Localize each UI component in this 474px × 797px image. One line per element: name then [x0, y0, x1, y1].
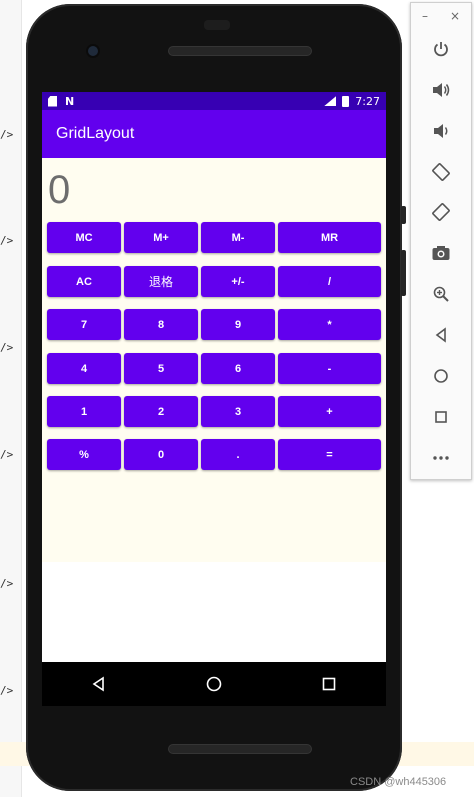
rotate-left-button[interactable]	[411, 156, 471, 188]
app-title: GridLayout	[56, 125, 135, 142]
key-equals[interactable]: =	[278, 439, 381, 470]
key-0[interactable]: 0	[124, 439, 198, 470]
key-8[interactable]: 8	[124, 309, 198, 340]
volume-down-icon	[434, 124, 448, 138]
home-icon	[206, 676, 222, 692]
rotate-left-icon	[432, 163, 450, 181]
volume-up-button[interactable]	[411, 74, 471, 106]
key-6[interactable]: 6	[201, 353, 275, 384]
key-2[interactable]: 2	[124, 396, 198, 427]
ide-tag-marker: />	[0, 234, 14, 247]
close-button[interactable]: ×	[450, 9, 460, 23]
ide-editor-gutter: /> /> /> /> /> />	[0, 0, 22, 797]
emulator-home-button[interactable]	[411, 360, 471, 392]
app-bar: GridLayout	[42, 110, 386, 158]
emulator-toolbar: – ×	[410, 2, 472, 480]
more-icon	[433, 456, 449, 460]
key-backspace[interactable]: 退格	[124, 266, 198, 297]
key-add[interactable]: +	[278, 396, 381, 427]
key-percent[interactable]: %	[47, 439, 121, 470]
display-value: 0	[48, 167, 71, 212]
key-m-plus[interactable]: M+	[124, 222, 198, 253]
power-icon	[434, 42, 448, 57]
recents-icon	[322, 677, 335, 691]
key-1[interactable]: 1	[47, 396, 121, 427]
key-mr[interactable]: MR	[278, 222, 381, 253]
ide-tag-marker: />	[0, 577, 14, 590]
more-button[interactable]	[411, 442, 471, 474]
key-subtract[interactable]: -	[278, 353, 381, 384]
minimize-button[interactable]: –	[422, 9, 428, 23]
emulator-back-button[interactable]	[411, 319, 471, 351]
page: /> /> /> /> /> /> N 7:27 GridLayout 0 MC…	[0, 0, 474, 797]
rotate-right-icon	[432, 203, 450, 221]
back-icon	[435, 327, 446, 343]
battery-icon	[342, 95, 350, 107]
key-multiply[interactable]: *	[278, 309, 381, 340]
speaker-grille-top	[168, 46, 312, 56]
status-bar: N 7:27	[42, 92, 386, 110]
key-plus-minus[interactable]: +/-	[201, 266, 275, 297]
rotate-right-button[interactable]	[411, 196, 471, 228]
nav-home-button[interactable]	[194, 664, 234, 704]
key-3[interactable]: 3	[201, 396, 275, 427]
ide-tag-marker: />	[0, 341, 14, 354]
nav-recents-button[interactable]	[309, 664, 349, 704]
key-m-minus[interactable]: M-	[201, 222, 275, 253]
phone-side-button	[401, 206, 406, 224]
overview-icon	[435, 411, 447, 423]
zoom-button[interactable]	[411, 278, 471, 310]
back-icon	[92, 676, 105, 692]
emulator-window-controls: – ×	[411, 3, 471, 29]
key-7[interactable]: 7	[47, 309, 121, 340]
watermark: CSDN @wh445306	[350, 776, 447, 788]
sd-card-icon	[48, 95, 57, 107]
device-screen: N 7:27 GridLayout 0 MC M+ M- MR AC 退格 +/…	[42, 92, 386, 662]
key-decimal[interactable]: .	[201, 439, 275, 470]
phone-volume-button	[401, 250, 406, 296]
screen-empty-area	[42, 562, 386, 662]
home-icon	[434, 369, 448, 383]
key-divide[interactable]: /	[278, 266, 381, 297]
volume-down-button[interactable]	[411, 115, 471, 147]
key-9[interactable]: 9	[201, 309, 275, 340]
earpiece	[204, 20, 230, 30]
n-icon: N	[65, 94, 75, 108]
calculator-content: 0 MC M+ M- MR AC 退格 +/- / 7 8 9 * 4 5 6 …	[42, 158, 386, 562]
calculator-display: 0	[42, 158, 386, 222]
key-mc[interactable]: MC	[47, 222, 121, 253]
status-time: 7:27	[355, 94, 380, 108]
key-4[interactable]: 4	[47, 353, 121, 384]
zoom-icon	[433, 286, 449, 302]
speaker-grille-bottom	[168, 744, 312, 754]
power-button[interactable]	[411, 33, 471, 65]
nav-back-button[interactable]	[79, 664, 119, 704]
ide-tag-marker: />	[0, 128, 14, 141]
ide-tag-marker: />	[0, 684, 14, 697]
navigation-bar	[42, 662, 386, 706]
screenshot-button[interactable]	[411, 237, 471, 269]
ide-tag-marker: />	[0, 448, 14, 461]
key-5[interactable]: 5	[124, 353, 198, 384]
volume-up-icon	[433, 83, 450, 97]
signal-icon	[324, 96, 337, 106]
camera-icon	[432, 246, 450, 260]
key-ac[interactable]: AC	[47, 266, 121, 297]
emulator-overview-button[interactable]	[411, 401, 471, 433]
front-camera-icon	[86, 44, 100, 58]
